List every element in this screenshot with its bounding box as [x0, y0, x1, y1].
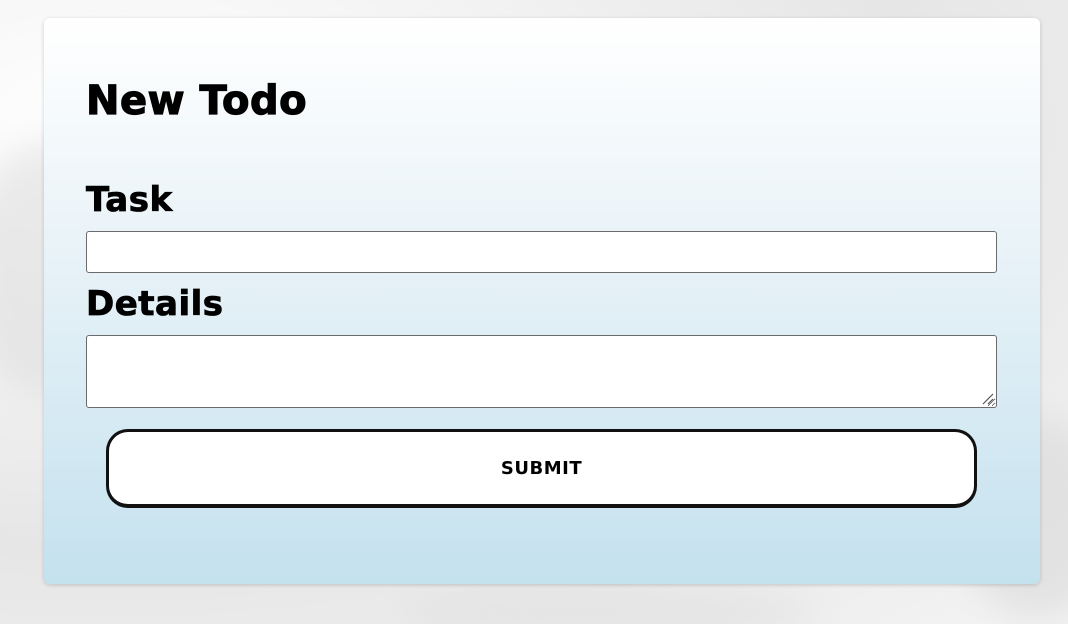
new-todo-form: New Todo Task Details SUBMIT [44, 18, 1040, 584]
details-label: Details [86, 284, 224, 325]
background-texture [400, 585, 820, 624]
task-label: Task [86, 180, 173, 221]
details-textarea[interactable] [86, 335, 997, 408]
submit-button[interactable]: SUBMIT [106, 429, 977, 508]
task-input[interactable] [86, 231, 997, 273]
form-title: New Todo [85, 77, 308, 124]
